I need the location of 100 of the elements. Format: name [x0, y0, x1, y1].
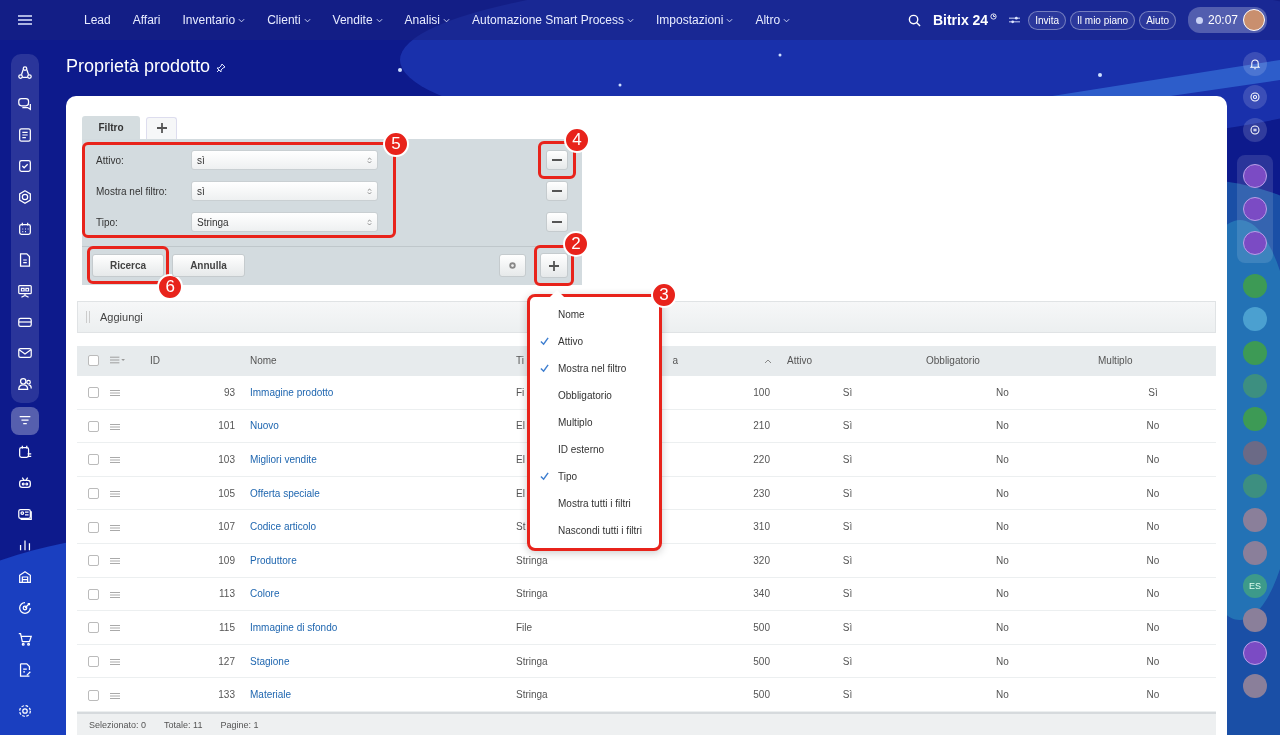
- select-field[interactable]: sì: [191, 150, 378, 171]
- table-cell: 105: [218, 487, 235, 499]
- menu-item[interactable]: Attivo: [530, 327, 659, 355]
- search-icon[interactable]: [907, 13, 921, 27]
- row-menu-icon[interactable]: [110, 389, 120, 396]
- row-menu-icon[interactable]: [110, 491, 120, 497]
- menu-item[interactable]: Mostra tutti i filtri: [530, 489, 659, 517]
- add-button[interactable]: Aggiungi: [100, 310, 143, 323]
- row-checkbox[interactable]: [88, 420, 99, 432]
- nav-menu-item[interactable]: Affari: [121, 13, 172, 27]
- menu-item[interactable]: Nascondi tutti i filtri: [530, 516, 659, 544]
- nav-menu-item[interactable]: Vendite: [321, 13, 394, 27]
- name-link[interactable]: Produttore: [250, 554, 297, 566]
- name-link[interactable]: Codice articolo: [250, 521, 317, 533]
- name-link[interactable]: Offerta speciale: [250, 487, 320, 499]
- menu-item-label: ID esterno: [558, 443, 605, 455]
- row-menu-icon[interactable]: [110, 558, 120, 565]
- updown-arrows-icon: [367, 155, 372, 165]
- name-link[interactable]: Migliori vendite: [250, 454, 317, 466]
- add-field-button[interactable]: [540, 253, 568, 279]
- header-button[interactable]: Il mio piano: [1070, 10, 1136, 30]
- table-cell: 500: [753, 655, 770, 667]
- remove-button[interactable]: [546, 150, 568, 171]
- nav-menu-item[interactable]: Clienti: [256, 13, 322, 27]
- nav-menu-item[interactable]: Lead: [73, 13, 122, 27]
- filter-label: Attivo:: [95, 154, 125, 166]
- table-cell: Stringa: [516, 588, 548, 600]
- time-widget[interactable]: 20:07: [1187, 7, 1267, 33]
- menu-icon[interactable]: [18, 15, 32, 25]
- row-checkbox[interactable]: [88, 555, 99, 567]
- status-text: Totale: 11: [164, 719, 203, 730]
- menu-item[interactable]: Mostra nel filtro: [530, 354, 659, 382]
- row-menu-icon[interactable]: [110, 591, 120, 598]
- sort-icon[interactable]: [764, 359, 772, 365]
- select-field[interactable]: sì: [191, 181, 378, 202]
- column-header[interactable]: ID: [150, 355, 160, 367]
- menu-item[interactable]: Obbligatorio: [530, 381, 659, 409]
- row-checkbox[interactable]: [88, 488, 99, 500]
- name-link[interactable]: Nuovo: [250, 420, 279, 432]
- row-checkbox[interactable]: [88, 656, 99, 668]
- table-cell: No: [1146, 454, 1160, 466]
- row-menu-icon[interactable]: [110, 625, 120, 632]
- column-header[interactable]: Obbligatorio: [926, 355, 980, 367]
- row-checkbox[interactable]: [88, 521, 99, 533]
- filter-button[interactable]: Ricerca: [92, 254, 165, 278]
- checkbox-icon: [17, 158, 33, 175]
- column-header[interactable]: Attivo: [787, 355, 812, 367]
- name-link[interactable]: Colore: [250, 588, 280, 600]
- nav-menu-item[interactable]: Inventario: [171, 13, 257, 27]
- settings-button[interactable]: [499, 254, 526, 278]
- nav-menu-item[interactable]: Analisi: [393, 13, 461, 27]
- row-menu-icon[interactable]: [110, 692, 120, 699]
- row-checkbox[interactable]: [88, 622, 99, 634]
- cart-icon: [17, 630, 33, 647]
- name-link[interactable]: Immagine di sfondo: [250, 622, 338, 633]
- nav-menu-item[interactable]: Altro: [744, 13, 802, 27]
- row-menu-icon[interactable]: [110, 457, 120, 464]
- people-icon: [17, 376, 33, 393]
- add-tab-button[interactable]: [146, 116, 177, 139]
- minus-icon: [552, 159, 562, 162]
- header-button[interactable]: Aiuto: [1139, 10, 1176, 30]
- row-menu-icon[interactable]: [110, 423, 120, 430]
- settings-icon[interactable]: [17, 703, 33, 719]
- table-cell: 93: [223, 386, 235, 398]
- menu-item[interactable]: ID esterno: [530, 435, 659, 463]
- select-field[interactable]: Stringa: [191, 212, 378, 233]
- menu-item[interactable]: Multiplo: [530, 408, 659, 436]
- row-menu-icon[interactable]: [110, 658, 120, 665]
- filter-tab[interactable]: Filtro: [82, 115, 140, 139]
- name-link[interactable]: Materiale: [250, 689, 292, 701]
- name-link[interactable]: Immagine prodotto: [250, 386, 334, 398]
- table-cell: Sì: [842, 420, 853, 432]
- name-link[interactable]: Stagione: [250, 655, 290, 667]
- remove-button[interactable]: [546, 181, 568, 202]
- table-cell: Sì: [842, 521, 853, 533]
- menu-item[interactable]: Tipo: [530, 462, 659, 490]
- sliders-icon[interactable]: [1009, 15, 1021, 25]
- row-menu-icon[interactable]: [110, 524, 120, 531]
- select-all-checkbox[interactable]: [88, 355, 99, 367]
- row-checkbox[interactable]: [88, 387, 99, 399]
- column-header[interactable]: Multiplo: [1098, 355, 1133, 367]
- status-icon: [1195, 16, 1203, 24]
- column-header[interactable]: a: [672, 355, 678, 367]
- sidebar-item[interactable]: [11, 406, 39, 435]
- row-checkbox[interactable]: [88, 689, 99, 701]
- table-cell: Sì: [842, 454, 853, 466]
- column-header[interactable]: Ti: [516, 355, 524, 367]
- share-icon: [17, 64, 33, 81]
- column-header[interactable]: Nome: [250, 355, 277, 367]
- remove-button[interactable]: [546, 212, 568, 233]
- row-checkbox[interactable]: [88, 454, 99, 466]
- plus-icon: [156, 123, 167, 134]
- header-button[interactable]: Invita: [1028, 10, 1067, 30]
- row-checkbox[interactable]: [88, 588, 99, 600]
- nav-menu-item[interactable]: Automazione Smart Process: [460, 13, 646, 27]
- table-cell: 310: [753, 521, 770, 533]
- pin-icon[interactable]: [216, 62, 227, 73]
- column-menu-icon[interactable]: [110, 356, 125, 365]
- nav-menu-item[interactable]: Impostazioni: [645, 13, 745, 27]
- filter-button[interactable]: Annulla: [172, 254, 245, 278]
